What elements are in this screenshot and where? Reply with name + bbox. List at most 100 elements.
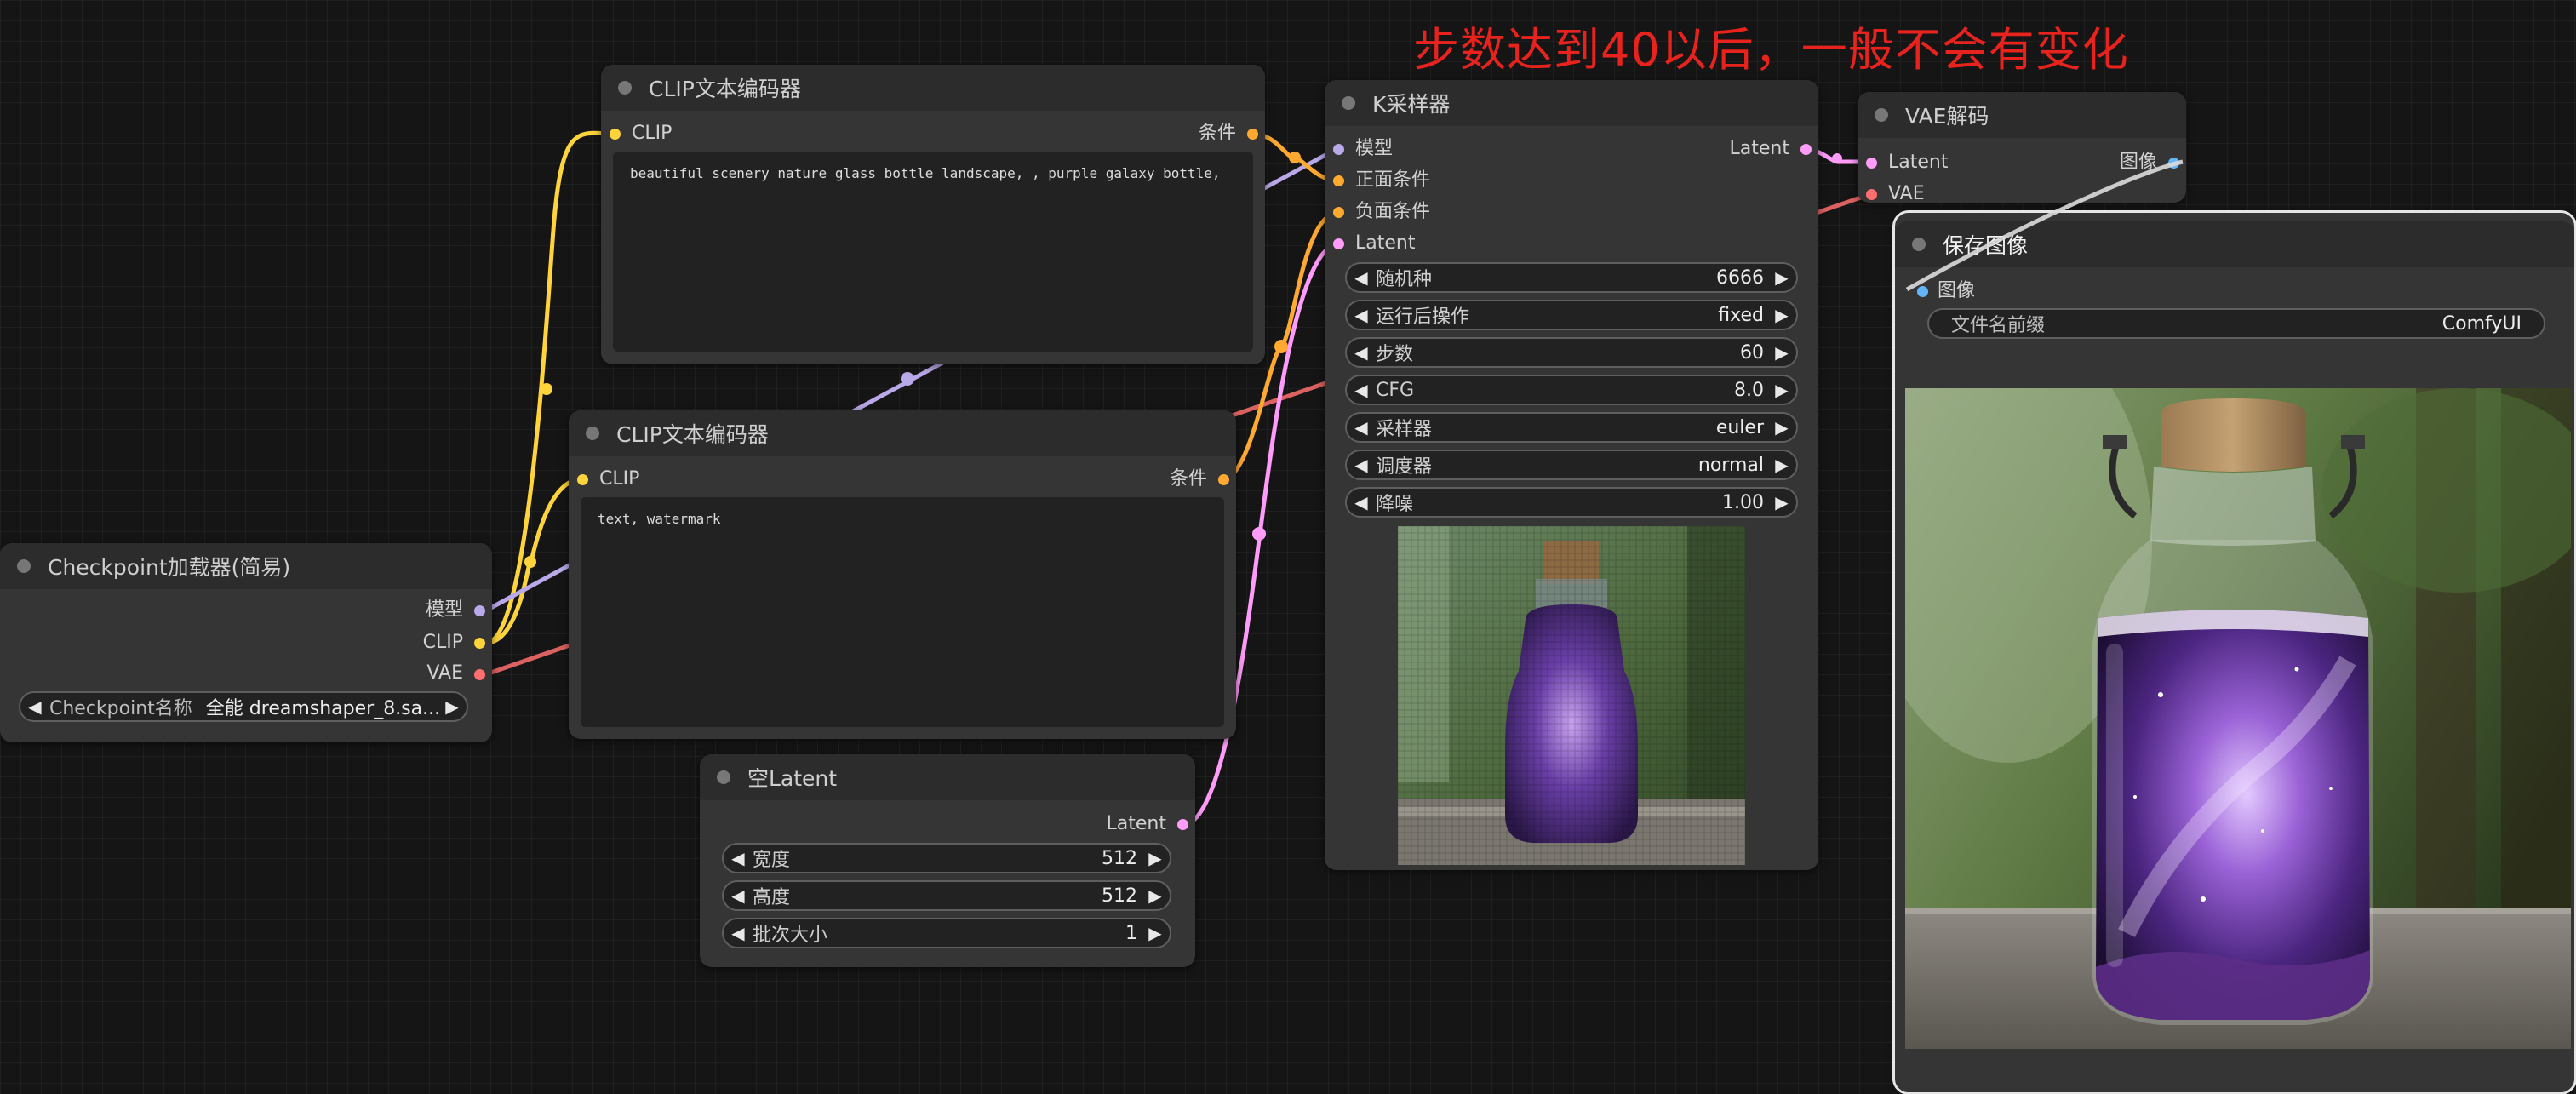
width-number-widget[interactable]: ◀ 宽度 512 ▶ [722, 843, 1171, 873]
checkpoint-name-combo[interactable]: ◀ Checkpoint名称 全能 dreamshaper_8.sa... ▶ [19, 691, 468, 722]
batch-size-number-widget[interactable]: ◀ 批次大小 1 ▶ [722, 918, 1171, 948]
collapse-dot-icon[interactable] [17, 559, 31, 573]
ksampler-node[interactable]: K采样器 模型 Latent 正面条件 负面条件 Latent ◀ 随机种 66… [1325, 80, 1818, 870]
clip-input-label: CLIP [599, 468, 640, 490]
image-input-slot[interactable] [1917, 286, 1928, 297]
node-header[interactable]: 保存图像 [1895, 221, 2574, 267]
decrement-arrow-icon[interactable]: ◀ [1347, 492, 1376, 513]
node-title: Checkpoint加载器(简易) [48, 555, 291, 580]
save-image-node[interactable]: 保存图像 图像 文件名前缀 ComfyUI [1892, 210, 2576, 1094]
decrement-arrow-icon[interactable]: ◀ [1347, 342, 1376, 363]
decrement-arrow-icon[interactable]: ◀ [1347, 305, 1376, 325]
decrement-arrow-icon[interactable]: ◀ [1347, 455, 1376, 475]
wire-clip-negative [485, 477, 582, 645]
widget-label: 宽度 [753, 850, 791, 871]
node-header[interactable]: CLIP文本编码器 [569, 410, 1236, 456]
widget-label: 高度 [753, 887, 791, 908]
widget-label: 随机种 [1376, 269, 1433, 290]
increment-arrow-icon[interactable]: ▶ [1767, 267, 1796, 288]
latent-input-slot[interactable] [1866, 158, 1877, 169]
node-header[interactable]: 空Latent [700, 754, 1195, 800]
increment-arrow-icon[interactable]: ▶ [1141, 923, 1170, 943]
collapse-dot-icon[interactable] [586, 427, 599, 440]
clip-input-slot[interactable] [610, 129, 621, 140]
widget-value: 512 [1102, 885, 1137, 907]
filename-prefix-text-widget[interactable]: 文件名前缀 ComfyUI [1927, 308, 2545, 339]
conditioning-output-slot[interactable] [1247, 129, 1258, 140]
collapse-dot-icon[interactable] [1875, 108, 1888, 122]
output-image [1905, 388, 2571, 1049]
node-title: 空Latent [747, 766, 838, 791]
vae-output-slot[interactable] [474, 669, 485, 680]
decrement-arrow-icon[interactable]: ◀ [1347, 417, 1376, 438]
vae-decode-node[interactable]: VAE解码 Latent 图像 VAE [1858, 92, 2186, 204]
image-output-slot[interactable] [2168, 158, 2179, 169]
decrement-arrow-icon[interactable]: ◀ [724, 848, 753, 868]
node-header[interactable]: VAE解码 [1858, 92, 2186, 138]
negative-input-slot[interactable] [1333, 207, 1344, 218]
decrement-arrow-icon[interactable]: ◀ [1347, 380, 1376, 400]
clip-text-encoder-negative-node[interactable]: CLIP文本编码器 CLIP 条件 text, watermark [569, 410, 1236, 739]
increment-arrow-icon[interactable]: ▶ [1141, 848, 1170, 868]
widget-label: Checkpoint名称 [49, 698, 192, 719]
height-number-widget[interactable]: ◀ 高度 512 ▶ [722, 880, 1171, 911]
increment-arrow-icon[interactable]: ▶ [438, 696, 467, 717]
control-after-generate-combo[interactable]: ◀ 运行后操作 fixed ▶ [1345, 300, 1798, 330]
decrement-arrow-icon[interactable]: ◀ [20, 696, 49, 717]
vae-input-slot[interactable] [1866, 189, 1877, 200]
conditioning-output-label: 条件 [1198, 123, 1236, 144]
latent-output-label: Latent [1106, 813, 1166, 834]
collapse-dot-icon[interactable] [1912, 238, 1926, 251]
decrement-arrow-icon[interactable]: ◀ [724, 923, 753, 943]
increment-arrow-icon[interactable]: ▶ [1767, 455, 1796, 475]
decrement-arrow-icon[interactable]: ◀ [724, 885, 753, 906]
latent-output-slot[interactable] [1800, 144, 1812, 155]
empty-latent-node[interactable]: 空Latent Latent ◀ 宽度 512 ▶ ◀ 高度 512 ▶ ◀ 批… [700, 754, 1195, 967]
latent-output-slot[interactable] [1177, 819, 1188, 830]
positive-input-label: 正面条件 [1355, 169, 1431, 191]
conditioning-output-slot[interactable] [1218, 474, 1229, 485]
collapse-dot-icon[interactable] [1342, 96, 1355, 110]
collapse-dot-icon[interactable] [618, 81, 632, 95]
widget-label: 调度器 [1376, 456, 1433, 478]
node-header[interactable]: Checkpoint加载器(简易) [0, 543, 492, 589]
node-header[interactable]: K采样器 [1325, 80, 1818, 126]
conditioning-output-label: 条件 [1169, 468, 1207, 490]
increment-arrow-icon[interactable]: ▶ [1767, 305, 1796, 325]
increment-arrow-icon[interactable]: ▶ [1141, 885, 1170, 906]
sampler-combo[interactable]: ◀ 采样器 euler ▶ [1345, 412, 1798, 443]
cfg-number-widget[interactable]: ◀ CFG 8.0 ▶ [1345, 375, 1798, 405]
widget-value: 1 [1125, 922, 1137, 944]
node-title: 保存图像 [1943, 233, 2029, 258]
positive-input-slot[interactable] [1333, 175, 1344, 186]
model-input-slot[interactable] [1333, 144, 1344, 155]
latent-input-slot[interactable] [1333, 238, 1344, 249]
increment-arrow-icon[interactable]: ▶ [1767, 492, 1796, 513]
denoise-number-widget[interactable]: ◀ 降噪 1.00 ▶ [1345, 487, 1798, 518]
increment-arrow-icon[interactable]: ▶ [1767, 342, 1796, 363]
clip-text-encoder-positive-node[interactable]: CLIP文本编码器 CLIP 条件 beautiful scenery natu… [601, 65, 1265, 364]
scheduler-combo[interactable]: ◀ 调度器 normal ▶ [1345, 450, 1798, 480]
increment-arrow-icon[interactable]: ▶ [1767, 380, 1796, 400]
widget-value: euler [1715, 416, 1764, 438]
widget-label: 采样器 [1376, 419, 1433, 440]
node-header[interactable]: CLIP文本编码器 [601, 65, 1265, 111]
widget-value: ComfyUI [2441, 312, 2522, 335]
model-output-label: 模型 [425, 599, 463, 621]
clip-output-label: CLIP [422, 632, 463, 653]
model-output-slot[interactable] [474, 605, 485, 616]
clip-input-slot[interactable] [577, 474, 588, 485]
decrement-arrow-icon[interactable]: ◀ [1347, 267, 1376, 288]
seed-number-widget[interactable]: ◀ 随机种 6666 ▶ [1345, 262, 1798, 293]
prompt-textarea[interactable]: text, watermark [581, 497, 1224, 727]
increment-arrow-icon[interactable]: ▶ [1767, 417, 1796, 438]
widget-label: CFG [1376, 379, 1415, 401]
widget-value: fixed [1718, 304, 1764, 326]
steps-number-widget[interactable]: ◀ 步数 60 ▶ [1345, 337, 1798, 368]
vae-output-label: VAE [426, 662, 463, 684]
clip-output-slot[interactable] [474, 638, 485, 649]
node-title: VAE解码 [1905, 104, 1989, 129]
prompt-textarea[interactable]: beautiful scenery nature glass bottle la… [613, 152, 1253, 352]
checkpoint-loader-node[interactable]: Checkpoint加载器(简易) 模型 CLIP VAE ◀ Checkpoi… [0, 543, 492, 742]
collapse-dot-icon[interactable] [717, 770, 730, 784]
